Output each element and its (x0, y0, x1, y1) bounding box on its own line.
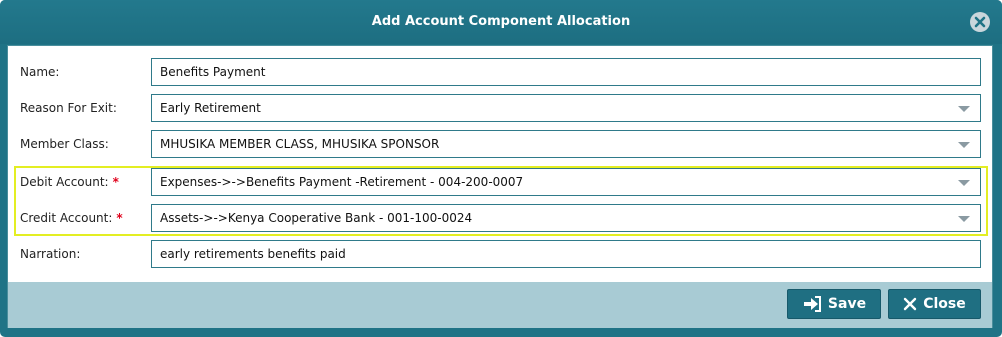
reason-for-exit-value: Early Retirement (160, 101, 261, 115)
debit-account-label-text: Debit Account: (20, 175, 109, 189)
required-mark: * (112, 175, 119, 189)
credit-account-select[interactable]: Assets->->Kenya Cooperative Bank - 001-1… (151, 204, 981, 232)
row-reason-for-exit: Reason For Exit: Early Retirement (8, 90, 992, 126)
dialog: Add Account Component Allocation Name: B… (0, 0, 1002, 337)
reason-for-exit-label: Reason For Exit: (20, 101, 117, 115)
reason-for-exit-select[interactable]: Early Retirement (151, 94, 981, 122)
member-class-select[interactable]: MHUSIKA MEMBER CLASS, MHUSIKA SPONSOR (151, 130, 981, 158)
debit-account-select[interactable]: Expenses->->Benefits Payment -Retirement… (151, 168, 981, 196)
row-debit-account: Debit Account: * Expenses->->Benefits Pay… (8, 164, 992, 200)
credit-account-label-text: Credit Account: (20, 211, 113, 225)
credit-account-value: Assets->->Kenya Cooperative Bank - 001-1… (160, 211, 473, 225)
chevron-down-icon[interactable] (958, 106, 970, 112)
dialog-title: Add Account Component Allocation (371, 14, 631, 29)
name-label: Name: (20, 65, 60, 79)
dialog-titlebar: Add Account Component Allocation (0, 0, 1002, 44)
member-class-value: MHUSIKA MEMBER CLASS, MHUSIKA SPONSOR (160, 137, 440, 151)
save-label: Save (827, 296, 867, 312)
form-body: Name: Benefits Payment Reason For Exit: … (7, 45, 993, 328)
chevron-down-icon[interactable] (958, 180, 970, 186)
debit-account-value: Expenses->->Benefits Payment -Retirement… (160, 175, 524, 189)
debit-account-label: Debit Account: * (20, 164, 119, 200)
chevron-down-icon[interactable] (958, 142, 970, 148)
required-mark: * (116, 211, 123, 225)
row-narration: Narration: early retirements benefits pa… (8, 236, 992, 272)
credit-account-label: Credit Account: * (20, 200, 123, 236)
sign-in-icon (803, 296, 821, 312)
row-name: Name: Benefits Payment (8, 54, 992, 90)
save-button[interactable]: Save (787, 289, 881, 319)
name-input[interactable]: Benefits Payment (151, 58, 981, 86)
close-button[interactable]: Close (888, 289, 981, 319)
narration-input[interactable]: early retirements benefits paid (151, 240, 981, 268)
dialog-footer: Save Close (8, 282, 992, 328)
narration-label: Narration: (20, 247, 81, 261)
member-class-label: Member Class: (20, 137, 109, 151)
close-icon[interactable] (970, 12, 990, 32)
close-label: Close (923, 296, 966, 312)
row-member-class: Member Class: MHUSIKA MEMBER CLASS, MHUS… (8, 126, 992, 162)
row-credit-account: Credit Account: * Assets->->Kenya Coopera… (8, 200, 992, 236)
chevron-down-icon[interactable] (958, 216, 970, 222)
close-icon (904, 297, 917, 311)
